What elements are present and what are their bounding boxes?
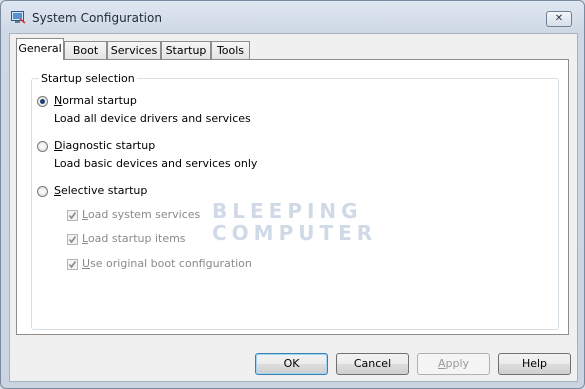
selective-startup-label[interactable]: Selective startup bbox=[54, 184, 147, 197]
load-system-services-checkbox[interactable] bbox=[67, 210, 78, 221]
close-icon: ✕ bbox=[554, 13, 564, 24]
tab-services[interactable]: Services bbox=[107, 41, 161, 59]
selective-startup-radio[interactable] bbox=[37, 186, 48, 197]
system-configuration-window: System Configuration ✕ General Boot Serv… bbox=[0, 0, 585, 389]
checkmark-icon bbox=[68, 236, 77, 244]
normal-startup-label[interactable]: Normal startup bbox=[54, 94, 137, 107]
diagnostic-startup-description: Load basic devices and services only bbox=[54, 157, 258, 170]
tab-tools[interactable]: Tools bbox=[211, 41, 250, 59]
cancel-button[interactable]: Cancel bbox=[336, 353, 409, 375]
checkmark-icon bbox=[68, 261, 77, 269]
close-button[interactable]: ✕ bbox=[546, 11, 572, 27]
msconfig-app-icon bbox=[11, 11, 26, 24]
general-tab-panel: Startup selection BLEEPING COMPUTER Norm… bbox=[16, 59, 569, 335]
normal-startup-radio[interactable] bbox=[37, 96, 48, 107]
startup-selection-label: Startup selection bbox=[39, 72, 137, 85]
normal-startup-description: Load all device drivers and services bbox=[54, 112, 251, 125]
watermark-line-2: COMPUTER bbox=[212, 221, 378, 245]
ok-button[interactable]: OK bbox=[255, 353, 328, 375]
load-startup-items-label[interactable]: Load startup items bbox=[82, 232, 186, 245]
load-system-services-label[interactable]: Load system services bbox=[82, 208, 200, 221]
watermark-line-1: BLEEPING bbox=[212, 199, 363, 223]
title-bar: System Configuration ✕ bbox=[1, 1, 584, 33]
tab-boot[interactable]: Boot bbox=[64, 41, 107, 59]
tab-general[interactable]: General bbox=[16, 38, 64, 60]
apply-button[interactable]: Apply bbox=[417, 353, 490, 375]
load-startup-items-checkbox[interactable] bbox=[67, 234, 78, 245]
use-original-boot-configuration-label[interactable]: Use original boot configuration bbox=[82, 257, 252, 270]
dialog-client-area: General Boot Services Startup Tools Star… bbox=[9, 33, 578, 382]
bleeping-computer-watermark: BLEEPING COMPUTER bbox=[212, 200, 377, 244]
help-button[interactable]: Help bbox=[498, 353, 571, 375]
window-title: System Configuration bbox=[32, 11, 162, 25]
diagnostic-startup-radio[interactable] bbox=[37, 141, 48, 152]
checkmark-icon bbox=[68, 212, 77, 220]
use-original-boot-configuration-checkbox[interactable] bbox=[67, 259, 78, 270]
tab-startup[interactable]: Startup bbox=[161, 41, 211, 59]
diagnostic-startup-label[interactable]: Diagnostic startup bbox=[54, 139, 155, 152]
